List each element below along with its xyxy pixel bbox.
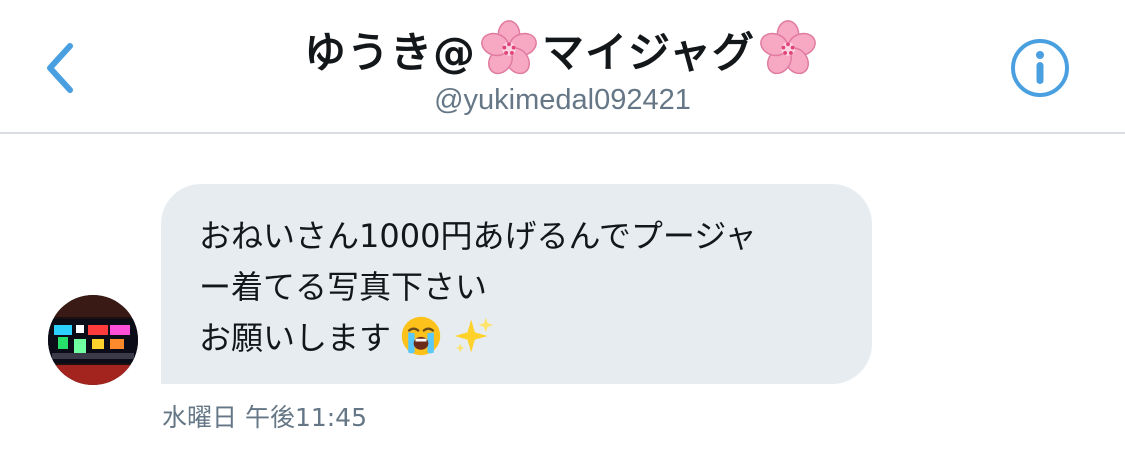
sender-avatar[interactable] (48, 295, 138, 385)
message-timestamp: 水曜日 午後11:45 (162, 403, 367, 432)
title-name-text: ゆうき@ (304, 27, 477, 77)
message-line: お願いします (199, 310, 842, 361)
dm-conversation-screen: ゆうき@ マイジャグ @yukimedal092421 おねいさん1000円あげ… (0, 0, 1125, 463)
message-bubble[interactable]: おねいさん1000円あげるんでプージャ ー着てる写真下さい お願いします (161, 184, 872, 384)
title-tag-text: マイジャグ (542, 27, 755, 77)
chevron-left-icon (47, 43, 73, 93)
message-line: ー着てる写真下さい (199, 267, 488, 306)
conversation-title[interactable]: ゆうき@ マイジャグ (150, 16, 975, 82)
message-line: おねいさん1000円あげるんでプージャ (199, 216, 757, 255)
slot-machine-avatar (48, 295, 138, 385)
user-handle: @yukimedal092421 (434, 84, 691, 116)
conversation-header: ゆうき@ マイジャグ @yukimedal092421 (0, 0, 1125, 134)
cherry-blossom-icon (481, 20, 537, 75)
back-button[interactable] (30, 36, 90, 100)
cherry-blossom-icon (760, 20, 816, 75)
message-line-text: お願いします (199, 318, 392, 357)
loudly-crying-face-emoji (401, 316, 441, 355)
conversation-info-button[interactable] (1004, 36, 1076, 100)
sparkles-emoji (454, 317, 494, 352)
info-circle-icon (1011, 39, 1069, 97)
